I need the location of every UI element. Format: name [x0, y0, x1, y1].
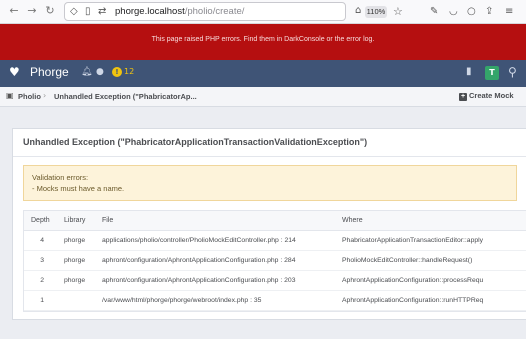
- plus-icon: +: [459, 93, 467, 101]
- row-where: PholioMockEditController::handleRequest(…: [342, 257, 473, 264]
- url-host: phorge.localhost: [115, 6, 185, 17]
- main-header: ♥ Phorge 🔔︎ ● ! 12 ▮ T ⚲: [0, 60, 526, 87]
- create-mock-button[interactable]: + Create Mock: [459, 91, 514, 101]
- php-error-text: This page raised PHP errors. Find them i…: [151, 36, 375, 43]
- table-row: 3 phorge aphront/configuration/AphrontAp…: [24, 251, 526, 271]
- back-icon[interactable]: ←: [6, 3, 22, 19]
- col-where: Where: [342, 217, 363, 224]
- home-icon[interactable]: ⌂: [355, 3, 361, 19]
- panel-title: Unhandled Exception ("PhabricatorApplica…: [23, 137, 368, 147]
- bookmark-icon[interactable]: ▮: [466, 66, 472, 77]
- row-file: aphront/configuration/AphrontApplication…: [102, 257, 296, 264]
- crumb-pholio[interactable]: Pholio: [18, 92, 41, 101]
- warning-title: Validation errors:: [32, 173, 89, 182]
- row-where: PhabricatorApplicationTransactionEditor:…: [342, 237, 484, 244]
- row-file: /var/www/html/phorge/phorge/webroot/inde…: [102, 297, 262, 304]
- bookmark-star-icon[interactable]: ☆: [393, 4, 403, 20]
- brand-name[interactable]: Phorge: [30, 65, 69, 79]
- create-mock-label: Create Mock: [469, 91, 514, 100]
- shield-account-icon[interactable]: ○: [467, 4, 476, 20]
- table-row: 2 phorge aphront/configuration/AphrontAp…: [24, 271, 526, 291]
- row-file: applications/pholio/controller/PholioMoc…: [102, 237, 296, 244]
- menu-icon[interactable]: ≡: [505, 4, 513, 20]
- col-library: Library: [64, 217, 86, 224]
- warning-item: - Mocks must have a name.: [32, 184, 125, 193]
- shield-icon[interactable]: ◇: [70, 5, 78, 19]
- php-error-banner: This page raised PHP errors. Find them i…: [0, 24, 526, 60]
- table-header: Depth Library File Where: [24, 211, 526, 231]
- exception-panel: Unhandled Exception ("PhabricatorApplica…: [12, 128, 526, 320]
- forward-icon[interactable]: →: [24, 3, 40, 19]
- conpherence-chat-icon[interactable]: ●: [96, 67, 104, 77]
- pocket-icon[interactable]: ◡: [449, 4, 458, 20]
- table-row: 1 /var/www/html/phorge/phorge/webroot/in…: [24, 291, 526, 311]
- stack-trace-table: Depth Library File Where 4 phorge applic…: [23, 210, 526, 312]
- validation-warning-box: Validation errors: - Mocks must have a n…: [23, 165, 517, 201]
- col-depth: Depth: [31, 217, 50, 224]
- row-depth: 2: [40, 277, 44, 284]
- notifications-bell-icon[interactable]: 🔔︎: [81, 67, 92, 77]
- search-icon[interactable]: ⚲: [508, 65, 517, 79]
- url-text[interactable]: phorge.localhost/pholio/create/: [115, 5, 244, 19]
- reload-icon[interactable]: ↻: [42, 3, 58, 19]
- row-where: AphrontApplicationConfiguration::process…: [342, 277, 484, 284]
- setup-issues-count[interactable]: 12: [124, 67, 134, 76]
- user-avatar[interactable]: T: [485, 66, 499, 80]
- phorge-logo-icon[interactable]: ♥: [9, 65, 20, 79]
- crumb-current: Unhandled Exception ("PhabricatorAp...: [54, 92, 197, 101]
- row-file: aphront/configuration/AphrontApplication…: [102, 277, 296, 284]
- page-icon[interactable]: ▯: [85, 5, 91, 19]
- url-bar[interactable]: ◇ ▯ ⇄ phorge.localhost/pholio/create/ 11…: [64, 2, 403, 21]
- row-depth: 3: [40, 257, 44, 264]
- row-where: AphrontApplicationConfiguration::runHTTP…: [342, 297, 484, 304]
- row-library: phorge: [64, 257, 86, 264]
- panel-divider: [13, 156, 526, 157]
- table-row: 4 phorge applications/pholio/controller/…: [24, 231, 526, 251]
- zoom-level[interactable]: 110%: [365, 6, 387, 18]
- browser-toolbar: ← → ↻ ◇ ▯ ⇄ phorge.localhost/pholio/crea…: [0, 0, 526, 24]
- share-icon[interactable]: ⇪: [485, 4, 493, 20]
- row-depth: 4: [40, 237, 44, 244]
- url-path: /pholio/create/: [184, 6, 245, 17]
- setup-issues-icon[interactable]: !: [112, 67, 122, 77]
- row-library: phorge: [64, 237, 86, 244]
- permissions-icon[interactable]: ⇄: [98, 5, 106, 19]
- wrench-icon[interactable]: ✎: [430, 4, 438, 20]
- row-library: phorge: [64, 277, 86, 284]
- col-file: File: [102, 217, 114, 224]
- crumb-separator-icon: ›: [43, 91, 47, 100]
- breadcrumb: ▣ Pholio › Unhandled Exception ("Phabric…: [0, 87, 526, 107]
- pholio-app-icon: ▣: [6, 91, 14, 100]
- row-depth: 1: [40, 297, 44, 304]
